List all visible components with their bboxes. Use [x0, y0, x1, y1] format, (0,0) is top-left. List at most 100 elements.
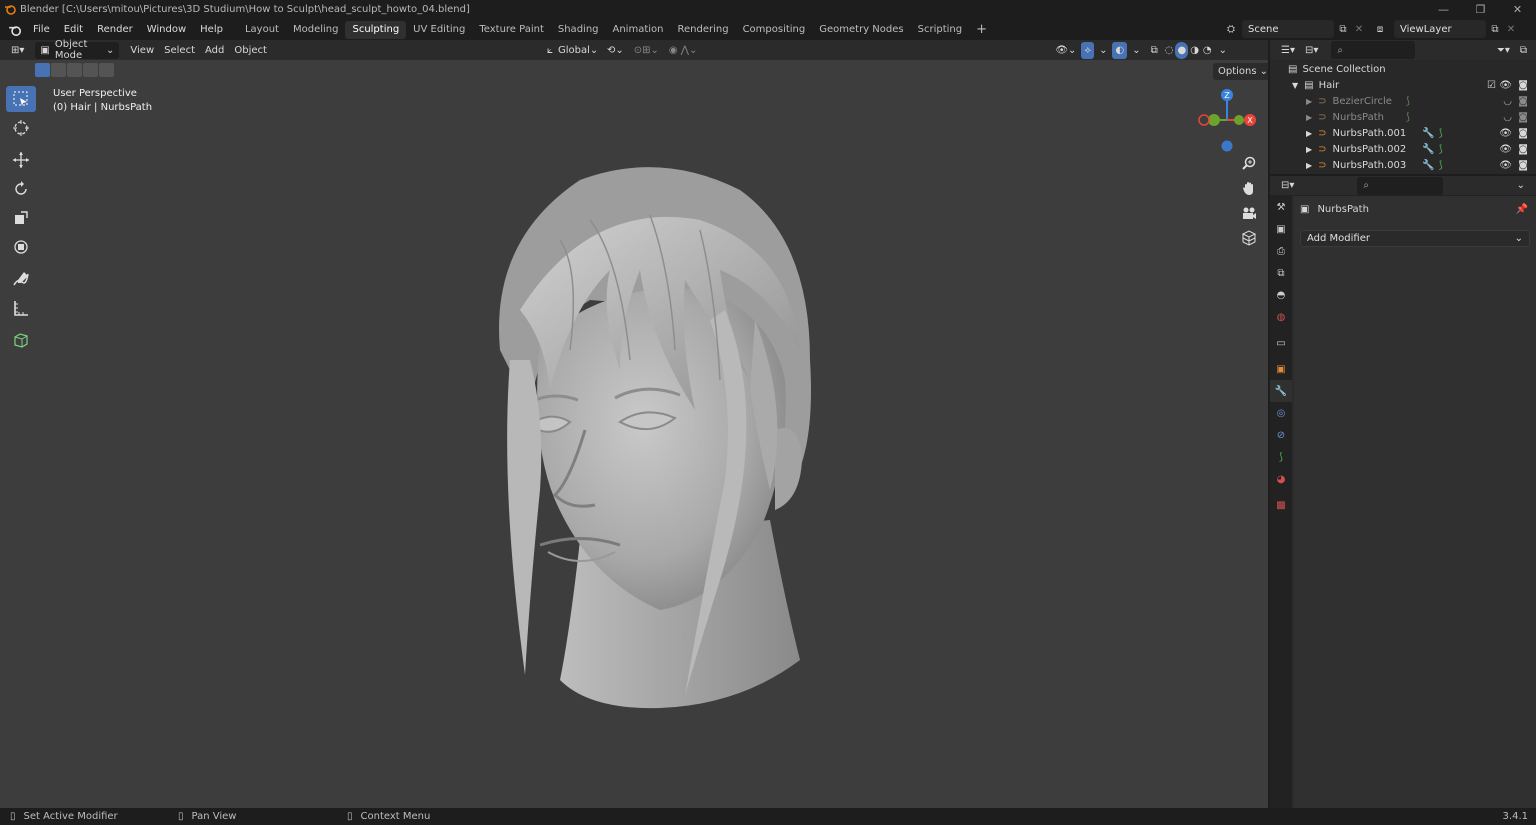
camera-render-icon[interactable]: ◙ [1518, 80, 1528, 91]
mode-selector[interactable]: ▣ Object Mode ⌄ [35, 39, 120, 61]
new-collection-icon[interactable]: ⧉ [1515, 42, 1532, 59]
filter-icon[interactable]: ⏷▾ [1492, 42, 1515, 59]
material-tab-icon[interactable]: ◕ [1270, 468, 1292, 490]
properties-options-icon[interactable]: ⌄ [1512, 177, 1530, 194]
navigation-gizmo[interactable]: Z X [1192, 84, 1262, 156]
view-layer-field[interactable]: ViewLayer [1394, 20, 1486, 38]
tab-rendering[interactable]: Rendering [670, 21, 735, 39]
tool-tab-icon[interactable]: ⚒ [1270, 196, 1292, 218]
tab-compositing[interactable]: Compositing [736, 21, 813, 39]
new-scene-icon[interactable]: ⧉ [1334, 24, 1352, 35]
cursor-tool[interactable] [6, 115, 36, 141]
scene-field[interactable]: Scene [1242, 20, 1334, 38]
collapse-arrow-icon[interactable]: ▼ [1292, 81, 1298, 90]
move-tool[interactable] [6, 147, 36, 173]
menu-view[interactable]: View [125, 42, 159, 59]
view-layer-icon[interactable]: ⧈ [1366, 24, 1394, 35]
proportional-edit-icon[interactable]: ◉ ⋀⌄ [664, 42, 703, 59]
camera-render-icon[interactable]: ◙ [1518, 160, 1528, 171]
add-cube-tool[interactable] [6, 327, 36, 353]
gizmo-neg-y-axis[interactable] [1234, 115, 1244, 125]
pivot-icon[interactable]: ⟲⌄ [602, 42, 629, 59]
menu-object[interactable]: Object [229, 42, 272, 59]
expand-arrow-icon[interactable]: ▶ [1306, 97, 1312, 106]
minimize-button[interactable]: — [1425, 0, 1462, 18]
solid-shading-icon[interactable]: ● [1175, 41, 1189, 59]
object-tab-icon[interactable]: ▣ [1270, 358, 1292, 380]
overlay-dropdown-icon[interactable]: ⌄ [1127, 42, 1145, 59]
shading-dropdown-icon[interactable]: ⌄ [1214, 42, 1232, 59]
menu-render[interactable]: Render [90, 19, 140, 41]
select-invert-icon[interactable] [83, 63, 98, 77]
tab-uv-editing[interactable]: UV Editing [406, 21, 472, 39]
gizmo-dropdown-icon[interactable]: ⌄ [1094, 42, 1112, 59]
expand-arrow-icon[interactable]: ▶ [1306, 161, 1312, 170]
menu-help[interactable]: Help [193, 19, 230, 41]
tab-animation[interactable]: Animation [606, 21, 671, 39]
delete-scene-icon[interactable]: ✕ [1352, 24, 1366, 35]
menu-add[interactable]: Add [200, 42, 229, 59]
render-tab-icon[interactable]: ▣ [1270, 218, 1292, 240]
scale-tool[interactable] [6, 205, 36, 231]
transform-tool[interactable] [6, 234, 36, 260]
material-shading-icon[interactable]: ◑ [1188, 42, 1201, 59]
expand-arrow-icon[interactable]: ▶ [1306, 145, 1312, 154]
camera-render-icon[interactable]: ◙ [1518, 128, 1528, 139]
tab-shading[interactable]: Shading [551, 21, 606, 39]
restore-button[interactable]: ❐ [1462, 0, 1499, 18]
scene-collection-row[interactable]: ▤ Scene Collection [1270, 61, 1536, 77]
scene-tab-icon[interactable]: ◓ [1270, 284, 1292, 306]
modifier-tab-icon[interactable]: 🔧 [1270, 380, 1292, 402]
overlay-toggle-icon[interactable]: ◐ [1112, 41, 1128, 59]
menu-select[interactable]: Select [159, 42, 200, 59]
tab-layout[interactable]: Layout [238, 21, 286, 39]
camera-render-icon[interactable]: ◙ [1518, 144, 1528, 155]
tab-modeling[interactable]: Modeling [286, 21, 346, 39]
physics-tab-icon[interactable]: ⊘ [1270, 424, 1292, 446]
select-intersect-icon[interactable] [99, 63, 114, 77]
pan-hand-icon[interactable] [1238, 177, 1260, 199]
select-extend-icon[interactable] [51, 63, 66, 77]
gizmo-toggle-icon[interactable]: ⟡ [1081, 41, 1095, 59]
gizmo-y-axis[interactable] [1208, 114, 1220, 126]
collection-tab-icon[interactable]: ▭ [1270, 332, 1292, 354]
add-modifier-dropdown[interactable]: Add Modifier ⌄ [1300, 230, 1530, 247]
options-button[interactable]: Options ⌄ [1213, 63, 1268, 80]
display-mode-icon[interactable]: ⊟▾ [1300, 42, 1323, 59]
menu-window[interactable]: Window [140, 19, 193, 41]
wireframe-shading-icon[interactable]: ◌ [1163, 42, 1176, 59]
menu-file[interactable]: File [26, 19, 57, 41]
world-tab-icon[interactable]: ◍ [1270, 306, 1292, 328]
sculpted-head-model[interactable] [470, 160, 830, 720]
select-subtract-icon[interactable] [67, 63, 82, 77]
select-box-tool[interactable] [6, 86, 36, 112]
editor-type-icon[interactable]: ⊞▾ [6, 42, 29, 59]
hidden-eye-icon[interactable]: ◡ [1503, 112, 1512, 123]
snap-icon[interactable]: ⊙⊞⌄ [629, 42, 664, 59]
outliner-item[interactable]: ▶ ⊃ NurbsPath.001 🔧 ⟆ 👁 ◙ [1270, 125, 1536, 141]
tab-scripting[interactable]: Scripting [911, 21, 969, 39]
gizmo-neg-x-axis[interactable] [1198, 114, 1210, 126]
outliner-item[interactable]: ▶ ⊃ NurbsPath ⟆ ◡ ◙ [1270, 109, 1536, 125]
scene-icon[interactable]: ⛭ [1220, 24, 1242, 35]
hidden-eye-icon[interactable]: ◡ [1503, 96, 1512, 107]
add-workspace-icon[interactable]: + [969, 21, 994, 39]
transform-orientation[interactable]: ⟀ Global ⌄ [542, 42, 602, 59]
particles-tab-icon[interactable]: ◎ [1270, 402, 1292, 424]
menu-edit[interactable]: Edit [57, 19, 90, 41]
select-new-icon[interactable] [35, 63, 50, 77]
collection-row-hair[interactable]: ▼ ▤ Hair ☑ 👁 ◙ [1270, 77, 1536, 93]
camera-render-icon[interactable]: ◙ [1518, 112, 1528, 123]
tab-texture-paint[interactable]: Texture Paint [472, 21, 551, 39]
xray-icon[interactable]: ⧉ [1146, 42, 1163, 59]
tab-sculpting[interactable]: Sculpting [345, 21, 407, 39]
rendered-shading-icon[interactable]: ◔ [1201, 42, 1214, 59]
eye-icon[interactable]: 👁 [1499, 80, 1512, 91]
properties-editor-type-icon[interactable]: ⊟▾ [1276, 177, 1299, 194]
eye-icon[interactable]: 👁 [1499, 144, 1512, 155]
eye-icon[interactable]: 👁 [1499, 160, 1512, 171]
texture-tab-icon[interactable]: ▩ [1270, 494, 1292, 516]
view-layer-tab-icon[interactable]: ⧉ [1270, 262, 1292, 284]
outliner-item[interactable]: ▶ ⊃ NurbsPath.002 🔧 ⟆ 👁 ◙ [1270, 141, 1536, 157]
expand-arrow-icon[interactable]: ▶ [1306, 129, 1312, 138]
